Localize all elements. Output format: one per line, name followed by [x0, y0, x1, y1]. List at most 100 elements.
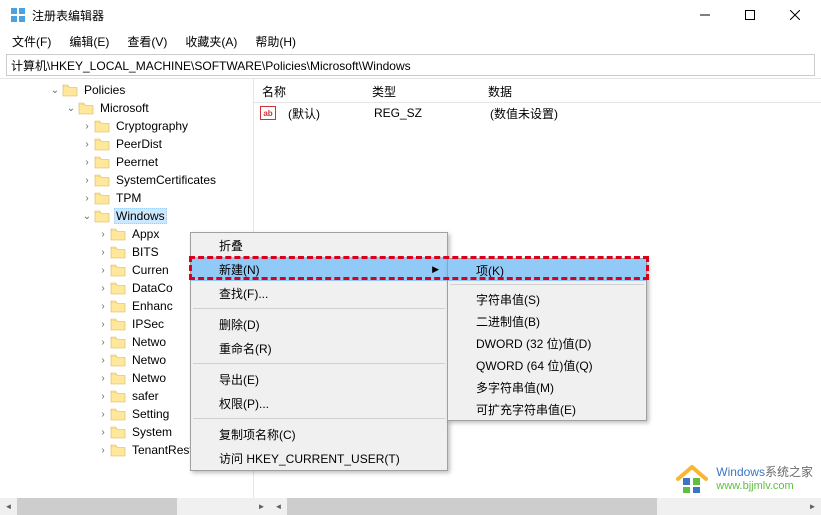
tree-node-label: Setting — [130, 406, 171, 422]
tree-node[interactable]: ›PeerDist — [0, 135, 253, 153]
expander-icon[interactable]: › — [96, 445, 110, 456]
expander-icon[interactable]: › — [96, 301, 110, 312]
expander-icon[interactable]: ⌄ — [48, 85, 62, 96]
menu-help[interactable]: 帮助(H) — [247, 31, 304, 52]
ctx-permissions[interactable]: 权限(P)... — [191, 391, 447, 415]
context-menu: 折叠 新建(N)▶ 查找(F)... 删除(D) 重命名(R) 导出(E) 权限… — [190, 232, 448, 471]
ctx-collapse[interactable]: 折叠 — [191, 233, 447, 257]
tree-node[interactable]: › Peernet — [0, 153, 253, 171]
address-bar[interactable]: 计算机\HKEY_LOCAL_MACHINE\SOFTWARE\Policies… — [6, 54, 815, 76]
list-row[interactable]: ab (默认) REG_SZ (数值未设置) — [254, 103, 821, 123]
expander-icon[interactable]: › — [80, 121, 94, 132]
ctx-separator — [193, 308, 445, 309]
expander-icon[interactable]: › — [80, 139, 94, 150]
expander-icon[interactable]: › — [80, 193, 94, 204]
col-data[interactable]: 数据 — [480, 79, 630, 102]
cell-data: (数值未设置) — [482, 103, 566, 124]
minimize-button[interactable] — [682, 0, 727, 30]
scroll-right-button[interactable]: ► — [253, 498, 270, 515]
sub-key[interactable]: 项(K) — [448, 259, 646, 281]
sub-dword[interactable]: DWORD (32 位)值(D) — [448, 332, 646, 354]
watermark: Windows系统之家 www.bjjmlv.com — [674, 459, 813, 495]
ctx-delete[interactable]: 删除(D) — [191, 312, 447, 336]
tree-node-label: TPM — [114, 190, 143, 206]
expander-icon[interactable]: › — [80, 157, 94, 168]
expander-icon[interactable]: › — [96, 409, 110, 420]
tree-node[interactable]: ›Cryptography — [0, 117, 253, 135]
expander-icon[interactable]: › — [96, 337, 110, 348]
ctx-separator — [193, 418, 445, 419]
cell-name: (默认) — [280, 103, 366, 124]
sub-qword[interactable]: QWORD (64 位)值(Q) — [448, 354, 646, 376]
expander-icon[interactable]: ⌄ — [80, 211, 94, 222]
tree-node-label: System — [130, 424, 174, 440]
col-type[interactable]: 类型 — [364, 79, 480, 102]
scroll-track-left[interactable] — [17, 498, 253, 515]
maximize-button[interactable] — [727, 0, 772, 30]
scroll-right-button-2[interactable]: ► — [804, 498, 821, 515]
ctx-copy-key-name[interactable]: 复制项名称(C) — [191, 422, 447, 446]
menu-file[interactable]: 文件(F) — [4, 31, 59, 52]
sub-multistring[interactable]: 多字符串值(M) — [448, 376, 646, 398]
tree-node-label: IPSec — [130, 316, 166, 332]
expander-icon[interactable]: › — [80, 175, 94, 186]
new-submenu: 项(K) 字符串值(S) 二进制值(B) DWORD (32 位)值(D) QW… — [447, 258, 647, 421]
scroll-left-button[interactable]: ◄ — [0, 498, 17, 515]
expander-icon[interactable]: › — [96, 373, 110, 384]
cell-type: REG_SZ — [366, 104, 482, 122]
tree-node-label: SystemCertificates — [114, 172, 218, 188]
scroll-thumb-right[interactable] — [287, 498, 657, 515]
expander-icon[interactable]: ⌄ — [64, 103, 78, 114]
menu-view[interactable]: 查看(V) — [119, 31, 175, 52]
ctx-export[interactable]: 导出(E) — [191, 367, 447, 391]
window-title: 注册表编辑器 — [32, 7, 682, 24]
tree-node[interactable]: ⌄Windows — [0, 207, 253, 225]
tree-node[interactable]: ⌄ Microsoft — [0, 99, 253, 117]
ctx-separator — [193, 363, 445, 364]
watermark-icon — [674, 459, 710, 495]
tree-node-label: Policies — [82, 82, 127, 98]
menu-edit[interactable]: 编辑(E) — [61, 31, 117, 52]
tree-node-label: Netwo — [130, 370, 168, 386]
scroll-left-button-2[interactable]: ◄ — [270, 498, 287, 515]
submenu-arrow-icon: ▶ — [432, 264, 439, 275]
title-bar: 注册表编辑器 — [0, 0, 821, 30]
app-icon — [10, 7, 26, 23]
tree-node-label: DataCo — [130, 280, 175, 296]
string-value-icon: ab — [260, 106, 276, 120]
close-button[interactable] — [772, 0, 817, 30]
tree-node-label: Curren — [130, 262, 171, 278]
expander-icon[interactable]: › — [96, 229, 110, 240]
scroll-thumb-left[interactable] — [17, 498, 177, 515]
watermark-brand: Windows系统之家 — [716, 463, 813, 480]
ctx-new[interactable]: 新建(N)▶ — [191, 257, 447, 281]
tree-node-label: Appx — [130, 226, 161, 242]
expander-icon[interactable]: › — [96, 265, 110, 276]
ctx-find[interactable]: 查找(F)... — [191, 281, 447, 305]
ctx-goto-hkcu[interactable]: 访问 HKEY_CURRENT_USER(T) — [191, 446, 447, 470]
expander-icon[interactable]: › — [96, 427, 110, 438]
tree-node[interactable]: › TPM — [0, 189, 253, 207]
sub-separator — [450, 284, 644, 285]
tree-node[interactable]: ⌄ Policies — [0, 81, 253, 99]
tree-node-label: safer — [130, 388, 161, 404]
sub-binary[interactable]: 二进制值(B) — [448, 310, 646, 332]
scrollbar-horizontal[interactable]: ◄ ► ◄ ► — [0, 498, 821, 515]
tree-node-label: Peernet — [114, 154, 160, 170]
menu-favorites[interactable]: 收藏夹(A) — [177, 31, 245, 52]
scroll-track-right[interactable] — [287, 498, 804, 515]
expander-icon[interactable]: › — [96, 319, 110, 330]
expander-icon[interactable]: › — [96, 355, 110, 366]
tree-node[interactable]: › SystemCertificates — [0, 171, 253, 189]
ctx-rename[interactable]: 重命名(R) — [191, 336, 447, 360]
col-name[interactable]: 名称 — [254, 79, 364, 102]
tree-node-label: BITS — [130, 244, 161, 260]
sub-string[interactable]: 字符串值(S) — [448, 288, 646, 310]
sub-expandstring[interactable]: 可扩充字符串值(E) — [448, 398, 646, 420]
watermark-url: www.bjjmlv.com — [716, 480, 813, 492]
expander-icon[interactable]: › — [96, 283, 110, 294]
list-header: 名称 类型 数据 — [254, 79, 821, 103]
expander-icon[interactable]: › — [96, 391, 110, 402]
tree-node-label: Microsoft — [98, 100, 151, 116]
expander-icon[interactable]: › — [96, 247, 110, 258]
